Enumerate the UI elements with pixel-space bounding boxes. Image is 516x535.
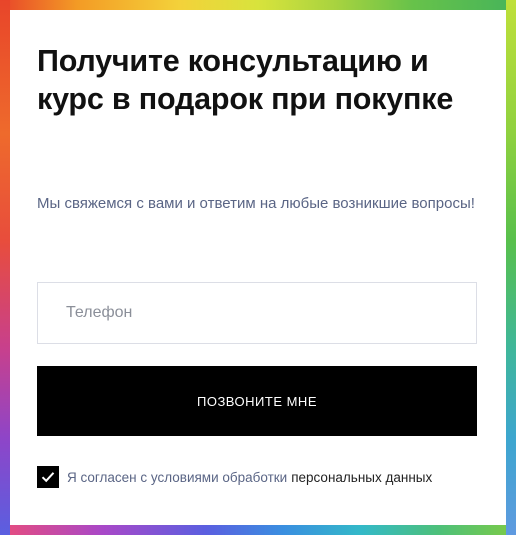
rainbow-border-left <box>0 0 10 535</box>
rainbow-border-bottom <box>0 525 516 535</box>
consent-checkbox[interactable] <box>37 466 59 488</box>
checkmark-icon <box>41 472 55 483</box>
consent-label: Я согласен с условиями обработки <box>67 469 288 485</box>
form-title: Получите консультацию и курс в подарок п… <box>37 44 454 116</box>
personal-data-link[interactable]: персональных данных <box>291 470 432 485</box>
rainbow-border-top <box>0 0 516 10</box>
form-subtitle: Мы свяжемся с вами и ответим на любые во… <box>37 195 475 212</box>
call-me-button[interactable]: ПОЗВОНИТЕ МНЕ <box>37 366 477 436</box>
rainbow-border-right <box>506 0 516 535</box>
consent-row: Я согласен с условиями обработки персона… <box>37 466 432 488</box>
consultation-form-card: Получите консультацию и курс в подарок п… <box>10 10 506 525</box>
phone-input[interactable] <box>37 282 477 344</box>
